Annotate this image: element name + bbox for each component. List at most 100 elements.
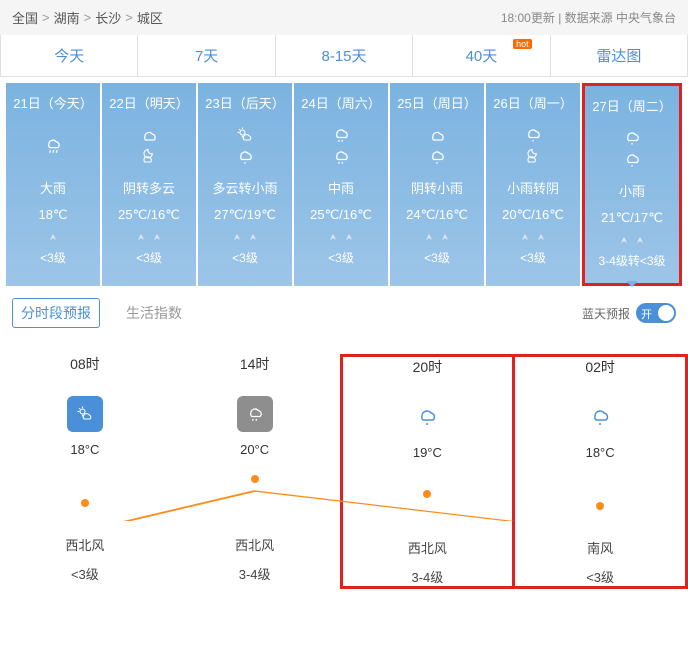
day-wind: <3级 — [296, 249, 386, 266]
crumb[interactable]: 湖南 — [54, 8, 80, 27]
day-weather: 小雨 — [587, 181, 677, 200]
day-card-6[interactable]: 27日（周二） 小雨 21℃/17℃ 3-4级转<3级 — [582, 83, 682, 286]
blue-sky-label: 蓝天预报 — [582, 305, 630, 322]
hour-wind: 南风 — [515, 538, 685, 557]
day-temp: 27℃/19℃ — [200, 207, 290, 223]
hourly-forecast: 08时 18°C 西北风 <3级 14时 20°C 西北风 3-4级 20时 1… — [0, 334, 688, 607]
heavy-rain-icon — [43, 136, 63, 156]
day-card-5[interactable]: 26日（周一） 小雨转阴 20℃/16℃ <3级 — [486, 83, 580, 286]
rain-icon — [588, 405, 612, 429]
day-date: 22日（明天） — [104, 93, 194, 112]
breadcrumb: 全国> 湖南> 长沙> 城区 — [12, 8, 163, 27]
day-temp: 21℃/17℃ — [587, 210, 677, 226]
hour-col-1: 14时 20°C 西北风 3-4级 — [170, 354, 340, 589]
day-wind: <3级 — [488, 249, 578, 266]
hour-temp: 20°C — [170, 442, 340, 457]
day-weather: 阴转小雨 — [392, 178, 482, 197]
day-date: 21日（今天） — [8, 93, 98, 112]
light-rain-icon — [523, 125, 543, 145]
rain-icon — [331, 147, 351, 167]
wind-arrow-icon — [152, 233, 162, 243]
day-date: 26日（周一） — [488, 93, 578, 112]
wind-arrow-icon — [136, 233, 146, 243]
wind-arrow-icon — [536, 233, 546, 243]
hour-col-0: 08时 18°C 西北风 <3级 — [0, 354, 170, 589]
hour-temp: 18°C — [0, 442, 170, 457]
hot-badge: hot — [513, 39, 532, 49]
day-weather: 大雨 — [8, 178, 98, 197]
crumb[interactable]: 全国 — [12, 8, 38, 27]
tab-0[interactable]: 今天 — [1, 35, 138, 76]
day-card-1[interactable]: 22日（明天） 阴转多云 25℃/16℃ <3级 — [102, 83, 196, 286]
day-wind: <3级 — [8, 249, 98, 266]
day-temp: 25℃/16℃ — [296, 207, 386, 223]
rain-icon — [415, 405, 439, 429]
hour-icon — [515, 395, 685, 439]
wind-arrow-icon — [440, 233, 450, 243]
hour-wind-level: 3-4级 — [170, 564, 340, 583]
crumb[interactable]: 长沙 — [95, 8, 121, 27]
sun-cloud-icon — [235, 125, 255, 145]
hour-col-3: 02时 18°C 南风 <3级 — [512, 354, 688, 589]
day-card-2[interactable]: 23日（后天） 多云转小雨 27℃/19℃ <3级 — [198, 83, 292, 286]
cloud-moon-icon — [523, 147, 543, 167]
light-rain-icon — [235, 147, 255, 167]
cloud-icon — [139, 125, 159, 145]
sun-cloud-icon — [75, 404, 95, 424]
hour-wind-level: <3级 — [515, 567, 685, 586]
day-card-0[interactable]: 21日（今天） 大雨 18℃ <3级 — [6, 83, 100, 286]
day-date: 27日（周二） — [587, 96, 677, 115]
hour-temp: 18°C — [515, 445, 685, 460]
range-tabs: 今天7天8-15天40天hot雷达图 — [0, 35, 688, 77]
day-wind: <3级 — [104, 249, 194, 266]
light-rain-icon — [622, 150, 642, 170]
day-temp: 25℃/16℃ — [104, 207, 194, 223]
wind-arrow-icon — [619, 236, 629, 246]
tab-hourly[interactable]: 分时段预报 — [12, 298, 100, 328]
day-weather: 中雨 — [296, 178, 386, 197]
day-temp: 20℃/16℃ — [488, 207, 578, 223]
hour-wind: 西北风 — [0, 535, 170, 554]
day-card-3[interactable]: 24日（周六） 中雨 25℃/16℃ <3级 — [294, 83, 388, 286]
rain-icon — [331, 125, 351, 145]
rain-icon — [245, 404, 265, 424]
wind-arrow-icon — [520, 233, 530, 243]
tab-1[interactable]: 7天 — [138, 35, 275, 76]
wind-arrow-icon — [635, 236, 645, 246]
hour-temp: 19°C — [343, 445, 513, 460]
seven-day-forecast: 21日（今天） 大雨 18℃ <3级 22日（明天） 阴转多云 25℃/16℃ … — [0, 77, 688, 288]
day-card-4[interactable]: 25日（周日） 阴转小雨 24℃/16℃ <3级 — [390, 83, 484, 286]
wind-arrow-icon — [48, 233, 58, 243]
hour-wind-level: 3-4级 — [343, 567, 513, 586]
day-date: 24日（周六） — [296, 93, 386, 112]
tab-life-index[interactable]: 生活指数 — [118, 299, 190, 327]
day-wind: <3级 — [392, 249, 482, 266]
tab-2[interactable]: 8-15天 — [276, 35, 413, 76]
wind-arrow-icon — [248, 233, 258, 243]
tab-4[interactable]: 雷达图 — [551, 35, 687, 76]
wind-arrow-icon — [424, 233, 434, 243]
hour-col-2: 20时 19°C 西北风 3-4级 — [340, 354, 513, 589]
hour-time: 02时 — [515, 357, 685, 377]
tab-3[interactable]: 40天hot — [413, 35, 550, 76]
meta-info: 18:00更新 | 数据来源 中央气象台 — [501, 9, 676, 26]
hour-time: 20时 — [343, 357, 513, 377]
day-wind: <3级 — [200, 249, 290, 266]
light-rain-icon — [622, 128, 642, 148]
day-weather: 多云转小雨 — [200, 178, 290, 197]
hour-wind: 西北风 — [343, 538, 513, 557]
wind-arrow-icon — [328, 233, 338, 243]
hour-wind-level: <3级 — [0, 564, 170, 583]
hour-icon — [170, 392, 340, 436]
wind-arrow-icon — [344, 233, 354, 243]
hour-time: 14时 — [170, 354, 340, 374]
day-date: 23日（后天） — [200, 93, 290, 112]
day-temp: 24℃/16℃ — [392, 207, 482, 223]
hour-wind: 西北风 — [170, 535, 340, 554]
hour-icon — [0, 392, 170, 436]
cloud-icon — [427, 125, 447, 145]
blue-sky-toggle[interactable]: 开 — [636, 303, 676, 323]
crumb[interactable]: 城区 — [137, 8, 163, 27]
day-weather: 小雨转阴 — [488, 178, 578, 197]
light-rain-icon — [427, 147, 447, 167]
